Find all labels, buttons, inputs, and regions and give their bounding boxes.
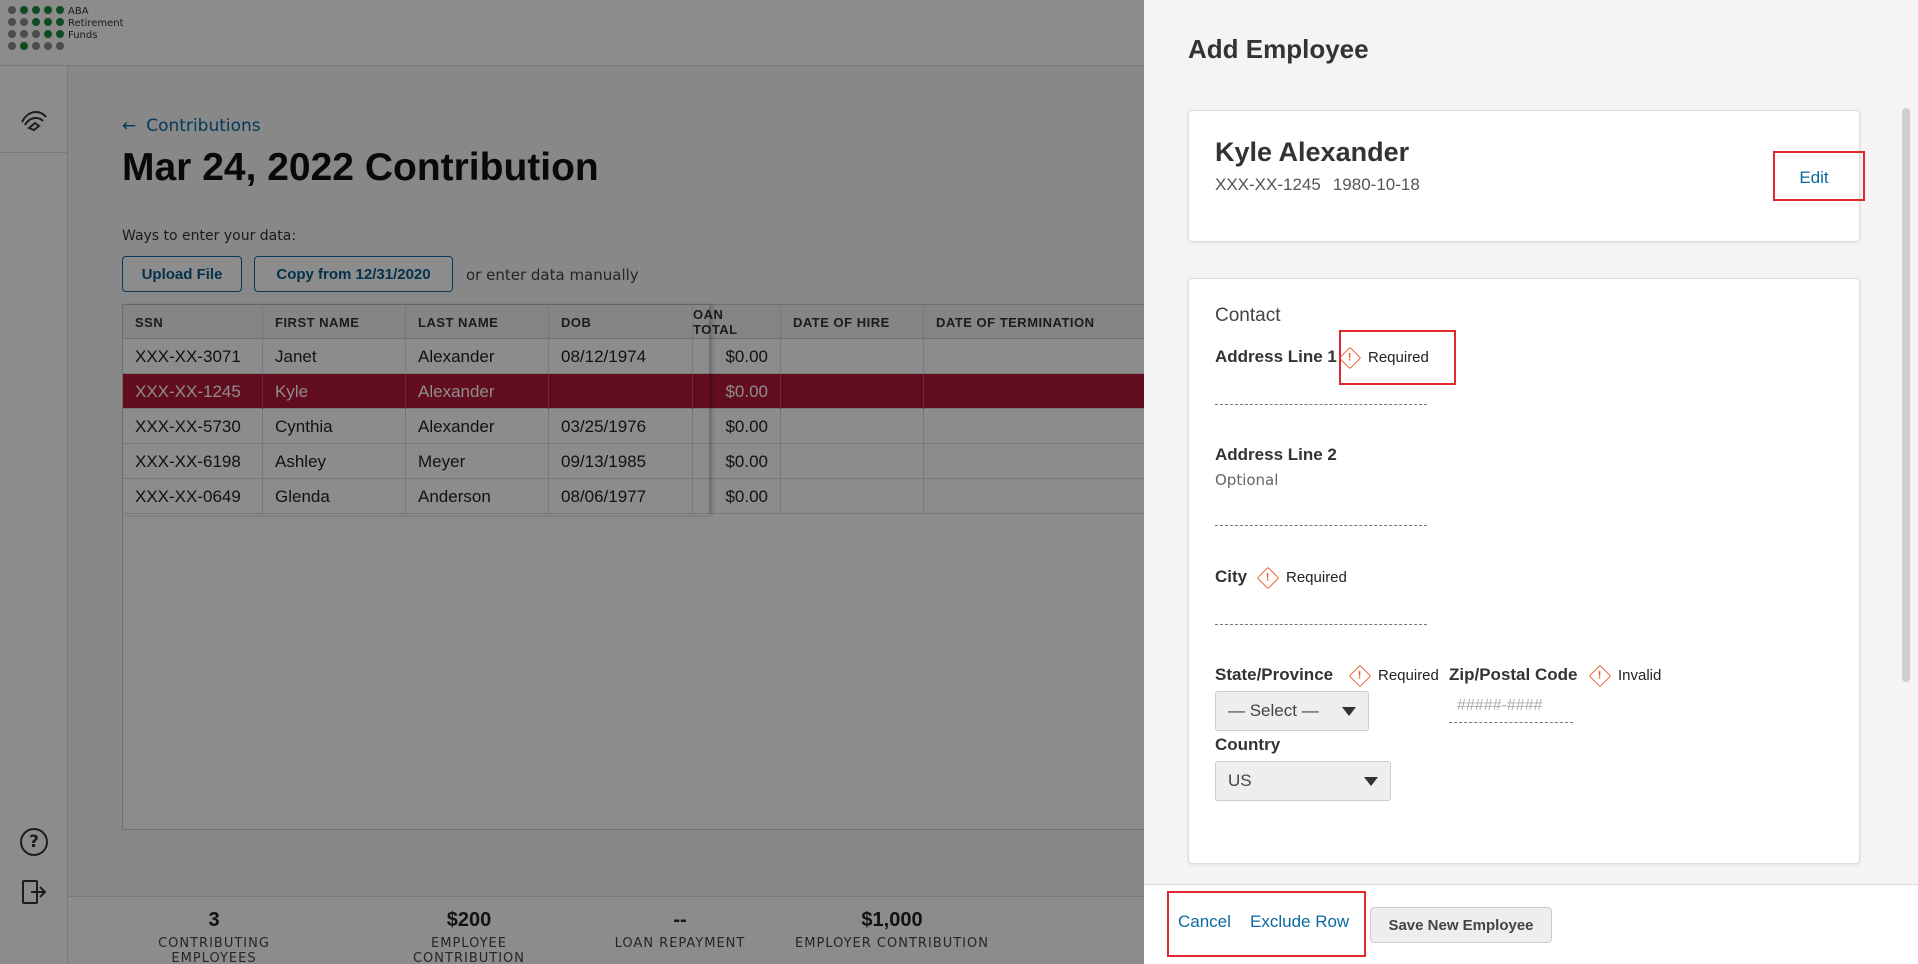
employee-ssn: XXX-XX-1245 (1215, 175, 1321, 194)
state-province-select[interactable]: — Select — (1215, 691, 1369, 731)
employee-meta: XXX-XX-1245 1980-10-18 (1215, 175, 1420, 195)
zip-code-status: ! Invalid (1588, 664, 1662, 687)
state-province-status: ! Required (1348, 664, 1439, 687)
city-label: City (1215, 567, 1248, 586)
save-new-employee-button[interactable]: Save New Employee (1370, 907, 1552, 943)
contact-section-title: Contact (1215, 305, 1281, 326)
country-select[interactable]: US (1215, 761, 1391, 801)
address-line-2-hint: Optional (1215, 471, 1279, 489)
zip-code-input[interactable]: #####-#### (1457, 697, 1542, 715)
drawer-title: Add Employee (1188, 34, 1369, 64)
address-line-1-label: Address Line 1 (1215, 347, 1337, 366)
employee-summary-card: Kyle Alexander XXX-XX-1245 1980-10-18 Edi… (1188, 110, 1860, 242)
address-line-2-label: Address Line 2 (1215, 445, 1337, 464)
contact-card: Contact Address Line 1 ! Required Address… (1188, 278, 1860, 864)
employee-dob: 1980-10-18 (1332, 175, 1420, 194)
status-text: Invalid (1618, 667, 1662, 684)
cancel-button[interactable]: Cancel (1178, 912, 1231, 932)
country-label: Country (1215, 735, 1281, 754)
warning-icon: ! (1256, 566, 1280, 589)
status-text: Required (1378, 667, 1439, 684)
address-line-1-input[interactable] (1215, 403, 1427, 405)
drawer-scrollbar[interactable] (1902, 108, 1910, 682)
state-province-label: State/Province (1215, 665, 1334, 684)
warning-icon: ! (1588, 664, 1612, 687)
select-value: US (1228, 771, 1252, 790)
warning-icon: ! (1348, 664, 1372, 687)
modal-overlay[interactable] (0, 0, 1144, 964)
caret-down-icon (1342, 707, 1356, 716)
city-input[interactable] (1215, 623, 1427, 625)
address-line-2-input[interactable] (1215, 524, 1427, 526)
exclude-row-button[interactable]: Exclude Row (1250, 912, 1349, 932)
add-employee-drawer: Add Employee Kyle Alexander XXX-XX-1245 1… (1144, 0, 1918, 964)
warning-icon: ! (1338, 346, 1362, 369)
select-value: — Select — (1228, 701, 1319, 720)
status-text: Required (1286, 569, 1347, 586)
zip-code-label: Zip/Postal Code (1449, 665, 1578, 684)
city-status: ! Required (1256, 566, 1347, 589)
employee-name: Kyle Alexander (1215, 137, 1410, 167)
status-text: Required (1368, 349, 1429, 366)
edit-button[interactable]: Edit (1775, 153, 1853, 203)
drawer-footer: Cancel Exclude Row Save New Employee (1144, 884, 1918, 964)
address-line-1-status: ! Required (1338, 346, 1429, 369)
caret-down-icon (1364, 777, 1378, 786)
zip-code-underline (1449, 721, 1573, 723)
